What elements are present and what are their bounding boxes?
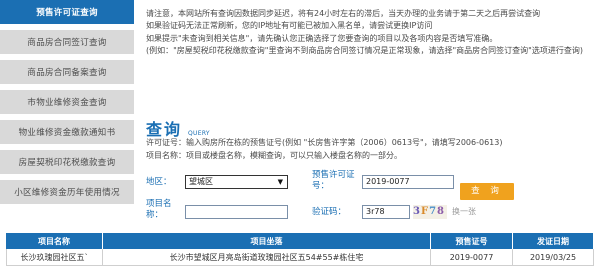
captcha-label: 验证码： xyxy=(312,207,347,217)
district-value: 望城区 xyxy=(189,177,213,186)
project-hint: 项目名称：项目或楼盘名称，模糊查询，可以只输入楼盘名称的一部分。 xyxy=(146,151,402,160)
permit-label: 预售许可证号： xyxy=(312,170,355,191)
table-header: 项目名称 项目坐落 预售证号 发证日期 xyxy=(6,233,594,249)
project-label: 项目名称： xyxy=(146,199,172,220)
sidebar-item-fund-payment-notice[interactable]: 物业维修资金缴款通知书 xyxy=(0,120,134,144)
sidebar-item-fund-usage-history[interactable]: 小区维修资金历年使用情况 xyxy=(0,180,134,204)
cell-location: 长沙市望城区月亮岛街道玫瑰园社区五54#55#栋住宅 xyxy=(103,249,431,265)
column-header-issue-date: 发证日期 xyxy=(513,233,594,249)
permit-input[interactable]: 2019-0077 xyxy=(362,175,454,189)
cell-permit-no: 2019-0077 xyxy=(431,249,513,265)
permit-hint: 许可证号：输入购房所在栋的预售证号(例如 "长房售许字第（2006）0613号"… xyxy=(146,138,503,147)
notice-line: 请注意，本网站所有查询因数据同步延迟，将有24小时左右的滞后，当天办理的业务请于… xyxy=(146,9,541,18)
sidebar-item-presale-permit[interactable]: 预售许可证查询 xyxy=(0,0,134,24)
captcha-image[interactable]: 3F78 xyxy=(413,205,447,219)
sidebar-item-deed-tax[interactable]: 房屋契税印花税缴款查询 xyxy=(0,150,134,174)
column-header-location: 项目坐落 xyxy=(103,233,431,249)
notice-line: (例如："房屋契税印花税缴款查询"里查询不到商品房合同签订情况是正常现象，请选择… xyxy=(146,46,583,56)
results-table: 项目名称 项目坐落 预售证号 发证日期 长沙玖瑰园社区五` 长沙市望城区月亮岛街… xyxy=(6,233,594,266)
sidebar-item-contract-signing[interactable]: 商品房合同签订查询 xyxy=(0,30,134,54)
sidebar-item-maintenance-fund[interactable]: 市物业维修资金查询 xyxy=(0,90,134,114)
notice-line: 如果提示"未查询到相关信息"，请先确认您正确选择了您要查询的项目以及各项内容是否… xyxy=(146,33,498,43)
refresh-captcha-link[interactable]: 换一张 xyxy=(452,206,476,217)
notice-text: 请注意，本网站所有查询因数据同步延迟，将有24小时左右的滞后，当天办理的业务请于… xyxy=(146,8,594,58)
captcha-input[interactable]: 3r78 xyxy=(362,205,410,219)
table-row[interactable]: 长沙玖瑰园社区五` 长沙市望城区月亮岛街道玫瑰园社区五54#55#栋住宅 201… xyxy=(6,249,594,266)
project-input[interactable] xyxy=(185,205,288,219)
cell-issue-date: 2019/03/25 xyxy=(513,249,594,265)
query-subtitle: QUERY xyxy=(188,130,210,137)
column-header-project-name: 项目名称 xyxy=(6,233,103,249)
cell-project-name[interactable]: 长沙玖瑰园社区五` xyxy=(6,249,103,265)
district-label: 地区： xyxy=(146,177,172,187)
search-button[interactable]: 查 询 xyxy=(460,183,514,200)
dropdown-arrow-icon: ▼ xyxy=(277,178,283,186)
column-header-permit-no: 预售证号 xyxy=(431,233,513,249)
notice-line: 如果验证码无法正常刷新，您的IP地址有可能已被加入黑名单，请尝试更换IP访问 xyxy=(146,21,433,31)
sidebar-item-contract-filing[interactable]: 商品房合同备案查询 xyxy=(0,60,134,84)
district-select[interactable]: 望城区 ▼ xyxy=(185,175,288,189)
sidebar-nav: 预售许可证查询 商品房合同签订查询 商品房合同备案查询 市物业维修资金查询 物业… xyxy=(0,0,134,210)
